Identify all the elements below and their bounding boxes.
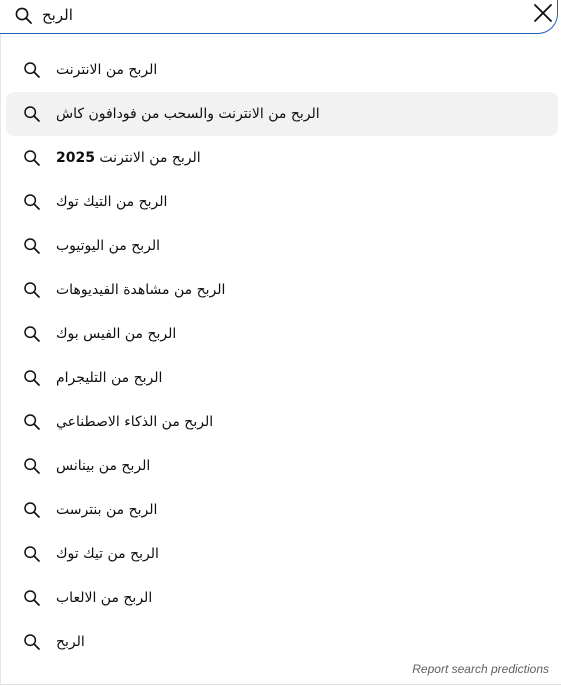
- suggestion-text: الربح من الالعاب: [56, 590, 153, 606]
- suggestion-text: الربح من التيك توك: [56, 194, 168, 210]
- suggestion-text: الربح من التليجرام: [56, 370, 163, 386]
- suggestion-item[interactable]: الربح من الانترنت 2025: [6, 136, 558, 180]
- search-icon: [23, 633, 41, 651]
- suggestion-item[interactable]: الربح: [6, 620, 558, 664]
- suggestion-text: الربح من الانترنت: [56, 62, 158, 78]
- search-icon: [14, 6, 34, 26]
- suggestion-item[interactable]: الربح من الانترنت: [6, 48, 558, 92]
- suggestion-item[interactable]: الربح من التليجرام: [6, 356, 558, 400]
- suggestion-item[interactable]: الربح من مشاهدة الفيديوهات: [6, 268, 558, 312]
- search-icon: [23, 545, 41, 563]
- suggestion-list: الربح من الانترنت الربح من الانترنت والس…: [6, 48, 558, 664]
- suggestion-text: الربح من بنترست: [56, 502, 158, 518]
- suggestion-item[interactable]: الربح من الانترنت والسحب من فودافون كاش: [6, 92, 558, 136]
- search-icon: [23, 501, 41, 519]
- panel-left-border: [0, 34, 1, 684]
- search-suggestions-page: الربح من الانترنت الربح من الانترنت والس…: [0, 0, 561, 687]
- search-icon: [23, 369, 41, 387]
- report-search-predictions-link[interactable]: Report search predictions: [412, 662, 549, 676]
- clear-search-button[interactable]: [531, 3, 555, 27]
- suggestion-year-highlight: 2025: [56, 150, 95, 166]
- search-icon: [23, 193, 41, 211]
- suggestion-item[interactable]: الربح من الذكاء الاصطناعي: [6, 400, 558, 444]
- panel-bottom-border: [0, 684, 561, 685]
- search-icon: [23, 105, 41, 123]
- search-icon: [23, 413, 41, 431]
- suggestion-item[interactable]: الربح من التيك توك: [6, 180, 558, 224]
- suggestion-item[interactable]: الربح من الالعاب: [6, 576, 558, 620]
- suggestion-item[interactable]: الربح من اليوتيوب: [6, 224, 558, 268]
- search-icon: [23, 149, 41, 167]
- suggestion-item[interactable]: الربح من بنترست: [6, 488, 558, 532]
- search-icon: [23, 61, 41, 79]
- suggestion-text: الربح من الفيس بوك: [56, 326, 177, 342]
- suggestion-item[interactable]: الربح من بينانس: [6, 444, 558, 488]
- suggestion-text: الربح: [56, 634, 85, 650]
- search-bar[interactable]: [0, 0, 558, 34]
- close-icon: [533, 3, 553, 27]
- search-icon: [23, 325, 41, 343]
- suggestion-text: الربح من بينانس: [56, 458, 151, 474]
- suggestion-item[interactable]: الربح من الفيس بوك: [6, 312, 558, 356]
- search-input[interactable]: [42, 2, 482, 28]
- suggestion-item[interactable]: الربح من تيك توك: [6, 532, 558, 576]
- search-icon: [23, 281, 41, 299]
- suggestion-text: الربح من الذكاء الاصطناعي: [56, 414, 214, 430]
- suggestion-text: الربح من مشاهدة الفيديوهات: [56, 282, 226, 298]
- search-icon: [23, 589, 41, 607]
- suggestion-text: الربح من اليوتيوب: [56, 238, 161, 254]
- suggestion-text: الربح من الانترنت 2025: [56, 150, 201, 166]
- search-icon: [23, 237, 41, 255]
- suggestion-text: الربح من الانترنت والسحب من فودافون كاش: [56, 106, 320, 122]
- suggestion-text: الربح من تيك توك: [56, 546, 159, 562]
- search-icon: [23, 457, 41, 475]
